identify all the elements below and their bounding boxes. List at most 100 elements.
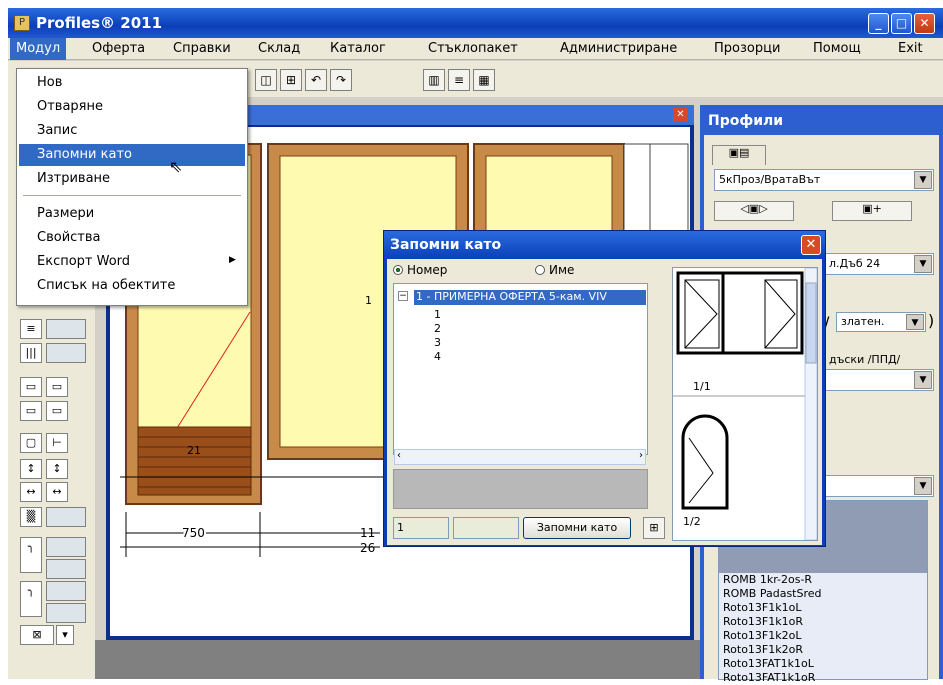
menu-item-save[interactable]: Запис bbox=[19, 120, 245, 142]
sash-icon-c[interactable]: ▭ bbox=[20, 401, 42, 421]
profiles-tab[interactable]: ▣▤ bbox=[712, 145, 766, 165]
radio-number[interactable]: Номер bbox=[393, 263, 447, 277]
horizontal-lines-icon[interactable]: ≡ bbox=[20, 319, 42, 339]
tree-child-item[interactable]: 4 bbox=[434, 350, 441, 363]
window-title: Profiles® 2011 bbox=[36, 14, 163, 32]
menu-item-new[interactable]: Нов bbox=[19, 72, 245, 94]
menu-exit[interactable]: Exit bbox=[898, 41, 923, 56]
workspace-background bbox=[95, 640, 700, 679]
tree-child-item[interactable]: 1 bbox=[434, 308, 441, 321]
tool-field-2[interactable] bbox=[46, 343, 86, 363]
filter-select[interactable]: ▼ bbox=[824, 475, 934, 497]
menu-offer[interactable]: Оферта bbox=[92, 41, 145, 56]
menu-item-export-word[interactable]: Експорт Word bbox=[19, 251, 245, 273]
menu-administration[interactable]: Администриране bbox=[560, 41, 677, 56]
menu-item-save-as[interactable]: Запомни като bbox=[19, 144, 245, 166]
grid-frame-icon[interactable]: ⊞ bbox=[280, 69, 302, 91]
color-select[interactable]: л.Дъб 24 ▼ bbox=[824, 253, 934, 275]
module-dropdown-menu: Нов Отваряне Запис Запомни като Изтриван… bbox=[16, 68, 248, 306]
tree-child-item[interactable]: 2 bbox=[434, 322, 441, 335]
list-item[interactable]: Roto13F1k2oL bbox=[719, 629, 927, 643]
list-item[interactable]: ROMB 1kr-2os-R bbox=[719, 573, 927, 587]
paren-label: ) bbox=[928, 311, 935, 330]
panel-number-label: 21 bbox=[187, 444, 201, 457]
color-value: л.Дъб 24 bbox=[829, 257, 881, 270]
frame-icon[interactable]: ◫ bbox=[255, 69, 277, 91]
radio-name[interactable]: Име bbox=[535, 263, 574, 277]
minimize-button[interactable]: _ bbox=[868, 13, 889, 34]
tool-field-1[interactable] bbox=[46, 319, 86, 339]
fill-icon[interactable]: ▒ bbox=[20, 507, 42, 527]
menu-windows[interactable]: Прозорци bbox=[714, 41, 780, 56]
mouse-cursor-icon: ⇖ bbox=[169, 157, 183, 176]
name-field[interactable] bbox=[453, 517, 519, 539]
list-item[interactable]: Roto13FAT1k1oR bbox=[719, 671, 927, 685]
maximize-button[interactable]: □ bbox=[891, 13, 912, 34]
save-as-dialog: Запомни като ✕ Номер Име − 1 - ПРИМЕРНА … bbox=[383, 230, 826, 547]
list-item[interactable]: Roto13FAT1k1oL bbox=[719, 657, 927, 671]
menu-reports[interactable]: Справки bbox=[173, 41, 231, 56]
list-item[interactable]: Roto13F1k1oR bbox=[719, 615, 927, 629]
notes-area[interactable] bbox=[393, 469, 648, 509]
close-button[interactable]: ✕ bbox=[914, 13, 935, 34]
finish-select[interactable]: златен. ▼ bbox=[836, 312, 926, 332]
table-icon[interactable]: ▦ bbox=[473, 69, 495, 91]
offer-tree[interactable]: − 1 - ПРИМЕРНА ОФЕРТА 5-кам. VIV 1 2 3 4 bbox=[393, 283, 648, 455]
dimension-11: 11 bbox=[360, 526, 375, 540]
menu-warehouse[interactable]: Склад bbox=[258, 41, 300, 56]
arrow-icon-d[interactable]: ↔ bbox=[46, 482, 68, 502]
profile-system-select[interactable]: 5кПроз/ВратаВът ▼ bbox=[714, 169, 934, 191]
tree-horizontal-scrollbar[interactable]: ‹ › bbox=[394, 449, 646, 465]
tool-field-7[interactable] bbox=[46, 603, 86, 623]
list-item[interactable]: ROMB PadastSred bbox=[719, 587, 927, 601]
menu-item-open[interactable]: Отваряне bbox=[19, 96, 245, 118]
sash-icon-d[interactable]: ▭ bbox=[46, 401, 68, 421]
number-field[interactable]: 1 bbox=[393, 517, 449, 539]
list-item[interactable]: Roto13F1k1oL bbox=[719, 601, 927, 615]
columns-icon[interactable]: ▥ bbox=[423, 69, 445, 91]
move-profile-button[interactable]: ◁▣▷ bbox=[714, 201, 794, 221]
tree-collapse-icon[interactable]: − bbox=[398, 291, 408, 301]
tree-root-item[interactable]: 1 - ПРИМЕРНА ОФЕРТА 5-кам. VIV bbox=[414, 290, 646, 305]
add-profile-button[interactable]: ▣+ bbox=[832, 201, 912, 221]
drawing-close-icon[interactable]: ✕ bbox=[673, 108, 688, 122]
sash-icon-b[interactable]: ▭ bbox=[46, 377, 68, 397]
menu-catalog[interactable]: Каталог bbox=[330, 41, 386, 56]
preview-icon[interactable]: ⊞ bbox=[643, 517, 665, 539]
preview-list[interactable]: 1/1 1/2 bbox=[672, 267, 818, 541]
chevron-down-icon[interactable]: ▾ bbox=[56, 625, 74, 645]
dialog-close-icon[interactable]: ✕ bbox=[801, 235, 821, 255]
tool-field-6[interactable] bbox=[46, 581, 86, 601]
tool-field-3[interactable] bbox=[46, 507, 86, 527]
tool-field-5[interactable] bbox=[46, 559, 86, 579]
scroll-right-icon[interactable]: › bbox=[639, 450, 643, 461]
arrow-icon-a[interactable]: ↕ bbox=[20, 459, 42, 479]
chevron-down-icon: ▼ bbox=[914, 255, 932, 273]
glass-icon[interactable]: ▢ bbox=[20, 433, 42, 453]
arrow-icon-b[interactable]: ↕ bbox=[46, 459, 68, 479]
menu-module[interactable]: Модул bbox=[10, 38, 67, 60]
tree-child-item[interactable]: 3 bbox=[434, 336, 441, 349]
handle-icon[interactable]: ⊢ bbox=[46, 433, 68, 453]
list-item[interactable]: Roto13F1k2oR bbox=[719, 643, 927, 657]
preview1-label: 1/1 bbox=[693, 380, 711, 393]
opening-type-icon[interactable]: ⊠ bbox=[20, 625, 54, 645]
save-as-button[interactable]: Запомни като bbox=[523, 517, 631, 539]
sash-icon-a[interactable]: ▭ bbox=[20, 377, 42, 397]
menu-help[interactable]: Помощ bbox=[813, 41, 861, 56]
menu-item-properties[interactable]: Свойства bbox=[19, 227, 245, 249]
arrow-icon-c[interactable]: ↔ bbox=[20, 482, 42, 502]
tool-field-4[interactable] bbox=[46, 537, 86, 557]
scroll-left-icon[interactable]: ‹ bbox=[397, 450, 401, 461]
menu-glazing[interactable]: Стъклопакет bbox=[428, 41, 518, 56]
curve-icon-a[interactable]: ╮ bbox=[20, 537, 42, 573]
undo-icon[interactable]: ↶ bbox=[305, 69, 327, 91]
boards-select[interactable]: ▼ bbox=[824, 369, 934, 391]
menu-item-delete[interactable]: Изтриване bbox=[19, 168, 245, 190]
menu-item-object-list[interactable]: Списък на обектите bbox=[19, 275, 245, 297]
lines-icon[interactable]: ≡ bbox=[448, 69, 470, 91]
vertical-lines-icon[interactable]: ||| bbox=[20, 343, 42, 363]
curve-icon-b[interactable]: ╮ bbox=[20, 581, 42, 617]
redo-icon[interactable]: ↷ bbox=[330, 69, 352, 91]
menu-item-dimensions[interactable]: Размери bbox=[19, 203, 245, 225]
